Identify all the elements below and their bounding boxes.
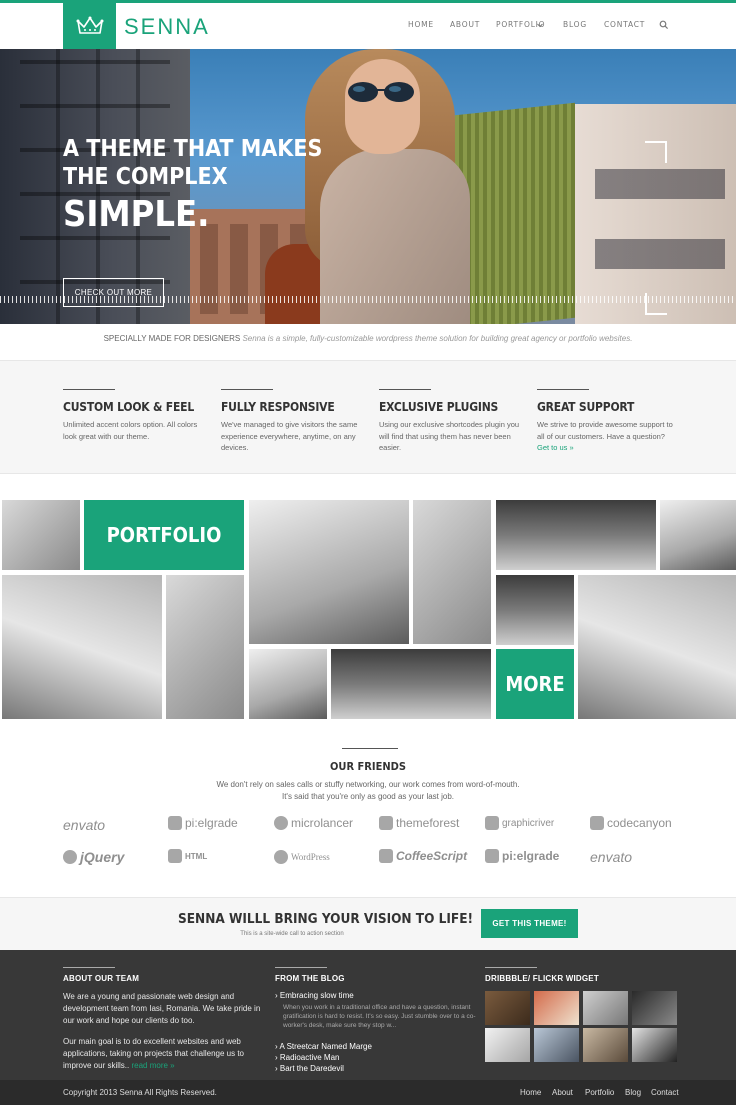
flickr-thumbnail[interactable] xyxy=(485,1028,530,1062)
flickr-thumbnail[interactable] xyxy=(632,991,677,1025)
brand-logo-themeforest[interactable]: themeforest xyxy=(379,816,459,830)
brand-logo-envato[interactable]: envato xyxy=(590,849,632,865)
flickr-thumbnail[interactable] xyxy=(534,1028,579,1062)
flickr-thumbnail[interactable] xyxy=(534,991,579,1025)
flickr-thumbnail[interactable] xyxy=(583,991,628,1025)
brand-logo-pixelgrade[interactable]: pi:elgrade xyxy=(485,849,559,863)
feature-title: GREAT SUPPORT xyxy=(537,400,635,414)
friends-subtitle: We don't rely on sales calls or stuffy n… xyxy=(216,780,520,801)
brand-logo-envato[interactable]: envato xyxy=(63,817,105,833)
footer-about-text: We are a young and passionate web design… xyxy=(63,992,261,1025)
flickr-thumbnail[interactable] xyxy=(485,991,530,1025)
more-tile[interactable]: MORE xyxy=(496,649,574,719)
blog-post-link[interactable]: › Radioactive Man xyxy=(275,1053,339,1062)
blog-post-link[interactable]: › Embracing slow time xyxy=(275,991,354,1000)
feature-text: Using our exclusive shortcodes plugin yo… xyxy=(379,420,520,452)
crown-icon xyxy=(76,16,103,34)
brand-logo-jquery[interactable]: jQuery xyxy=(63,849,124,865)
portfolio-image[interactable] xyxy=(2,500,80,570)
feature-text: We've managed to give visitors the same … xyxy=(221,420,358,452)
site-header: SENNA HOME ABOUT PORTFOLIO BLOG CONTACT xyxy=(0,3,736,49)
feature-text: Unlimited accent colors option. All colo… xyxy=(63,420,198,441)
footer-nav-portfolio[interactable]: Portfolio xyxy=(585,1088,614,1097)
copyright-text: Copyright 2013 Senna All Rights Reserved… xyxy=(63,1088,217,1097)
brand-name[interactable]: SENNA xyxy=(124,14,210,40)
portfolio-image[interactable] xyxy=(166,575,244,719)
portfolio-tile[interactable]: PORTFOLIO xyxy=(84,500,244,570)
sunglasses-graphic xyxy=(348,82,414,102)
frame-corner-top-right xyxy=(645,141,667,163)
footer-nav-home[interactable]: Home xyxy=(520,1088,541,1097)
footer-nav-blog[interactable]: Blog xyxy=(625,1088,641,1097)
portfolio-image[interactable] xyxy=(413,500,491,644)
brand-logo-html5[interactable]: HTML xyxy=(168,849,207,863)
portfolio-image[interactable] xyxy=(578,575,736,719)
hero-line-2: THE COMPLEX xyxy=(63,163,228,190)
logo[interactable] xyxy=(63,3,116,49)
hero-line-3: SIMPLE. xyxy=(63,194,210,236)
footer-blog-title: FROM THE BLOG xyxy=(275,974,345,983)
nav-about[interactable]: ABOUT xyxy=(450,20,480,29)
nav-contact[interactable]: CONTACT xyxy=(604,20,645,29)
feature-text: We strive to provide awesome support to … xyxy=(537,420,673,441)
hero-banner: A THEME THAT MAKES THE COMPLEX SIMPLE. C… xyxy=(0,49,736,324)
footer: ABOUT OUR TEAM We are a young and passio… xyxy=(0,950,736,1080)
portfolio-image[interactable] xyxy=(249,500,409,644)
feature-plugins: EXCLUSIVE PLUGINS Using our exclusive sh… xyxy=(379,389,521,454)
footer-nav-contact[interactable]: Contact xyxy=(651,1088,679,1097)
nav-home[interactable]: HOME xyxy=(408,20,434,29)
portfolio-image[interactable] xyxy=(660,500,736,570)
cta-title: SENNA WILLL BRING YOUR VISION TO LIFE! xyxy=(178,911,474,927)
footer-about-title: ABOUT OUR TEAM xyxy=(63,974,140,983)
tagline: SPECIALLY MADE FOR DESIGNERS Senna is a … xyxy=(0,334,736,343)
feature-title: EXCLUSIVE PLUGINS xyxy=(379,400,499,414)
brand-logo-coffeescript[interactable]: CoffeeScript xyxy=(379,849,467,863)
feature-support: GREAT SUPPORT We strive to provide aweso… xyxy=(537,389,679,454)
blog-post-link[interactable]: › A Streetcar Named Marge xyxy=(275,1042,372,1051)
portfolio-image[interactable] xyxy=(496,500,656,570)
blog-post-excerpt: When you work in a traditional office an… xyxy=(283,1004,476,1029)
feature-title: FULLY RESPONSIVE xyxy=(221,400,335,414)
blog-post-link[interactable]: › Bart the Daredevil xyxy=(275,1064,344,1073)
tagline-lead: SPECIALLY MADE FOR DESIGNERS xyxy=(103,334,241,343)
footer-flickr-title: DRIBBBLE/ FLICKR WIDGET xyxy=(485,974,599,983)
hero-line-1: A THEME THAT MAKES xyxy=(63,136,323,162)
slider-progress-ticks xyxy=(0,296,736,303)
flickr-thumbnail[interactable] xyxy=(632,1028,677,1062)
flickr-thumbnail[interactable] xyxy=(583,1028,628,1062)
brand-logo-microlancer[interactable]: microlancer xyxy=(274,816,353,830)
call-to-action: SENNA WILLL BRING YOUR VISION TO LIFE! T… xyxy=(0,897,736,950)
brand-logo-graphicriver[interactable]: graphicriver xyxy=(485,816,554,830)
brand-logo-pixelgrade[interactable]: pi:elgrade xyxy=(168,816,238,830)
chevron-down-icon[interactable] xyxy=(537,23,543,28)
features-section: CUSTOM LOOK & FEEL Unlimited accent colo… xyxy=(0,360,736,474)
nav-blog[interactable]: BLOG xyxy=(563,20,587,29)
tagline-text: Senna is a simple, fully-customizable wo… xyxy=(242,334,633,343)
copyright-bar: Copyright 2013 Senna All Rights Reserved… xyxy=(0,1080,736,1105)
hero-headline: A THEME THAT MAKES THE COMPLEX SIMPLE. xyxy=(63,136,322,236)
footer-nav-about[interactable]: About xyxy=(552,1088,573,1097)
friends-title: OUR FRIENDS xyxy=(330,760,406,773)
brand-logo-wordpress[interactable]: WordPress xyxy=(274,850,330,864)
portfolio-image[interactable] xyxy=(496,575,574,645)
feature-custom-look: CUSTOM LOOK & FEEL Unlimited accent colo… xyxy=(63,389,205,442)
hero-photo-building-green xyxy=(455,102,575,324)
feature-title: CUSTOM LOOK & FEEL xyxy=(63,400,195,414)
search-icon[interactable] xyxy=(659,20,669,30)
portfolio-image[interactable] xyxy=(331,649,491,719)
read-more-link[interactable]: read more » xyxy=(131,1061,174,1070)
portfolio-image[interactable] xyxy=(249,649,327,719)
get-this-theme-button[interactable]: GET THIS THEME! xyxy=(481,909,578,938)
portfolio-image[interactable] xyxy=(2,575,162,719)
brand-logo-codecanyon[interactable]: codecanyon xyxy=(590,816,672,830)
feature-responsive: FULLY RESPONSIVE We've managed to give v… xyxy=(221,389,363,454)
get-to-us-link[interactable]: Get to us » xyxy=(537,443,574,452)
